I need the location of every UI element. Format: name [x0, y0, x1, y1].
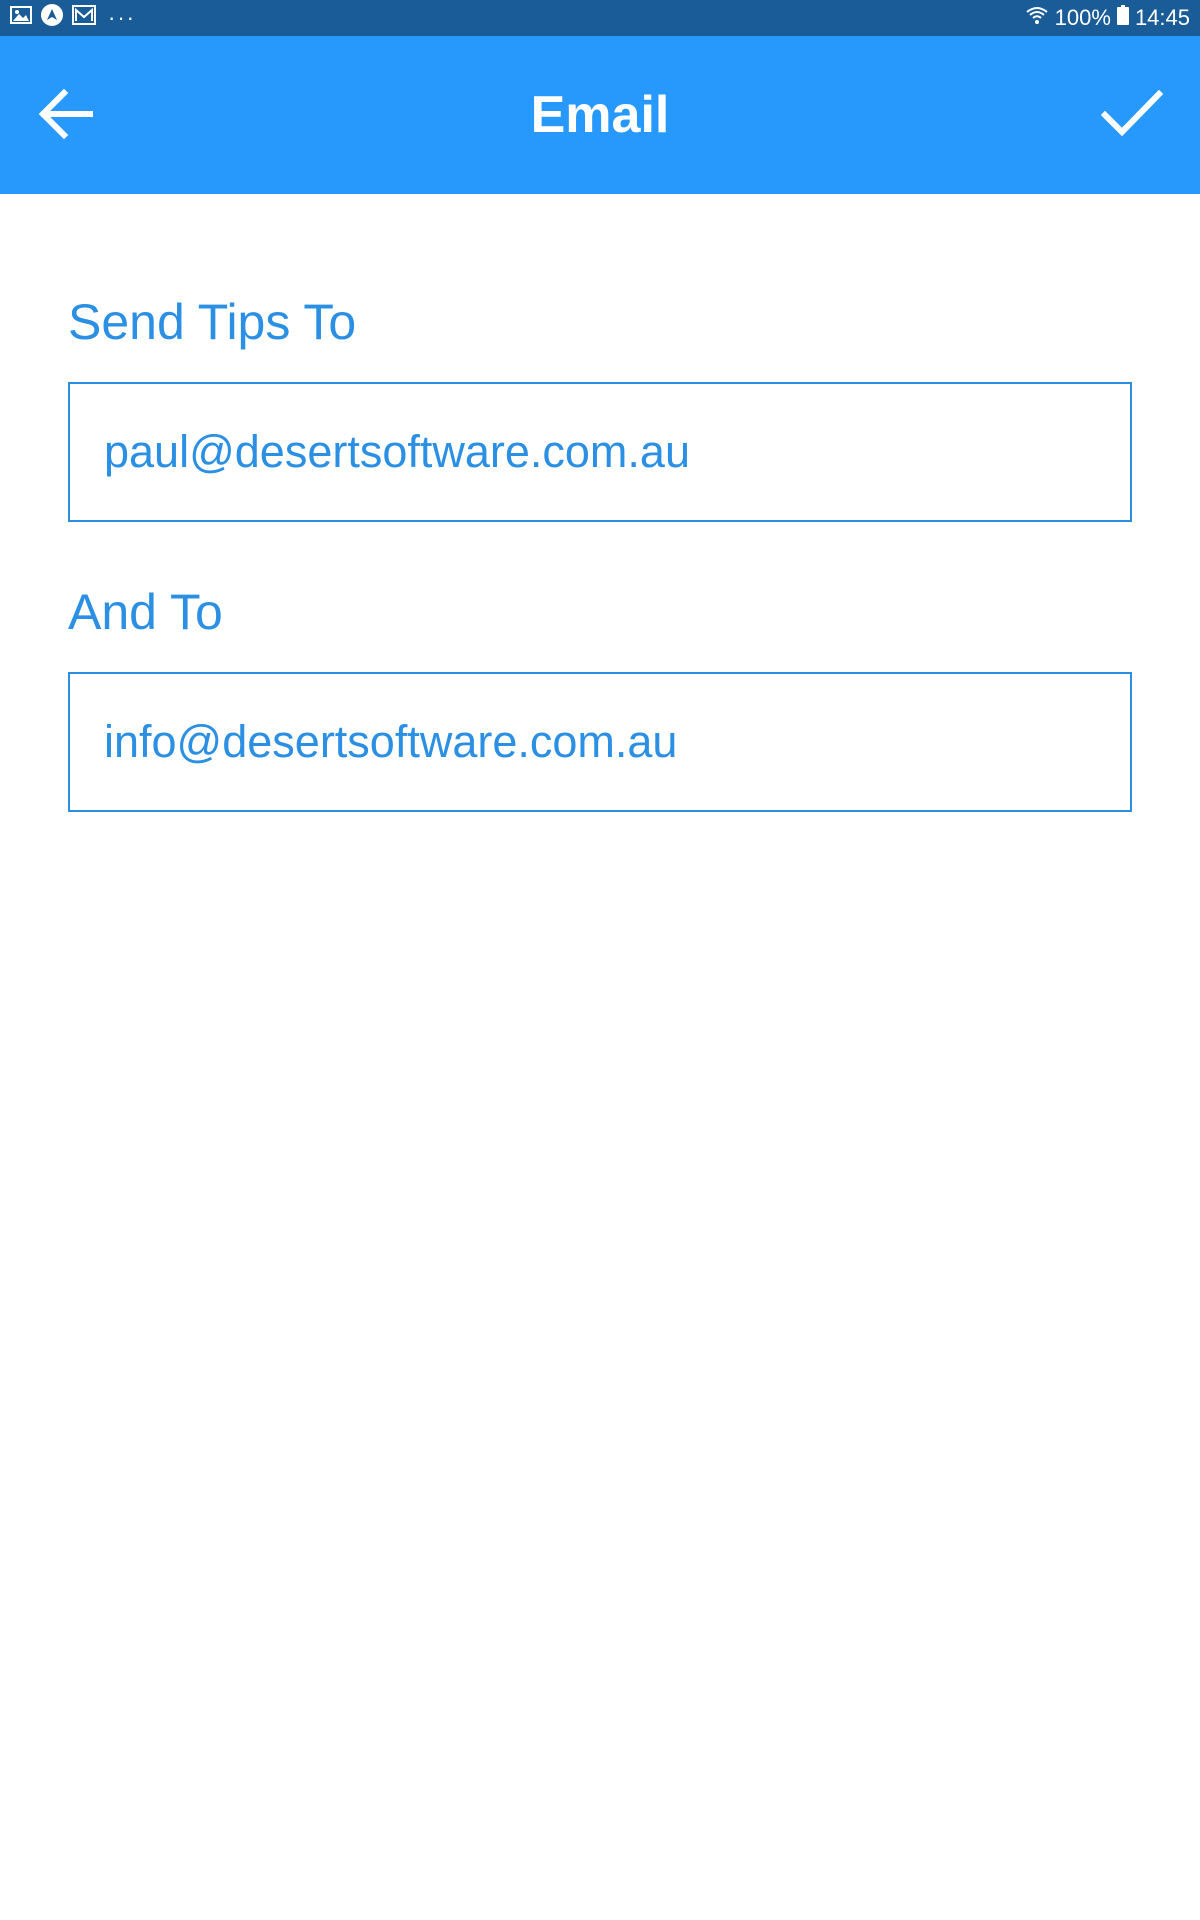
- app-bar: Email: [0, 36, 1200, 194]
- notification-icons: ···: [10, 3, 136, 33]
- check-icon: [1100, 89, 1164, 144]
- clock: 14:45: [1134, 5, 1190, 30]
- email-icon: [72, 5, 96, 31]
- send-tips-to-label: Send Tips To: [68, 294, 357, 350]
- wifi-icon: [1025, 5, 1049, 31]
- battery-percent: 100%: [1054, 5, 1111, 30]
- and-to-value: info@desertsoftware.com.au: [104, 716, 678, 767]
- arrow-left-icon: [38, 88, 94, 145]
- send-tips-to-value: paul@desertsoftware.com.au: [104, 426, 690, 477]
- more-icon: ···: [108, 5, 136, 30]
- status-bar: ··· 100% 14:45: [0, 0, 1200, 36]
- gallery-icon: [10, 5, 32, 31]
- system-indicators: 100% 14:45: [1025, 5, 1190, 31]
- page-title: Email: [530, 86, 670, 144]
- nav-icon: [40, 3, 64, 33]
- and-to-field[interactable]: info@desertsoftware.com.au: [68, 672, 1132, 812]
- send-tips-to-field[interactable]: paul@desertsoftware.com.au: [68, 382, 1132, 522]
- and-to-label: And To: [68, 584, 223, 640]
- battery-icon: [1116, 5, 1129, 31]
- back-button[interactable]: [34, 84, 98, 148]
- done-button[interactable]: [1096, 80, 1168, 152]
